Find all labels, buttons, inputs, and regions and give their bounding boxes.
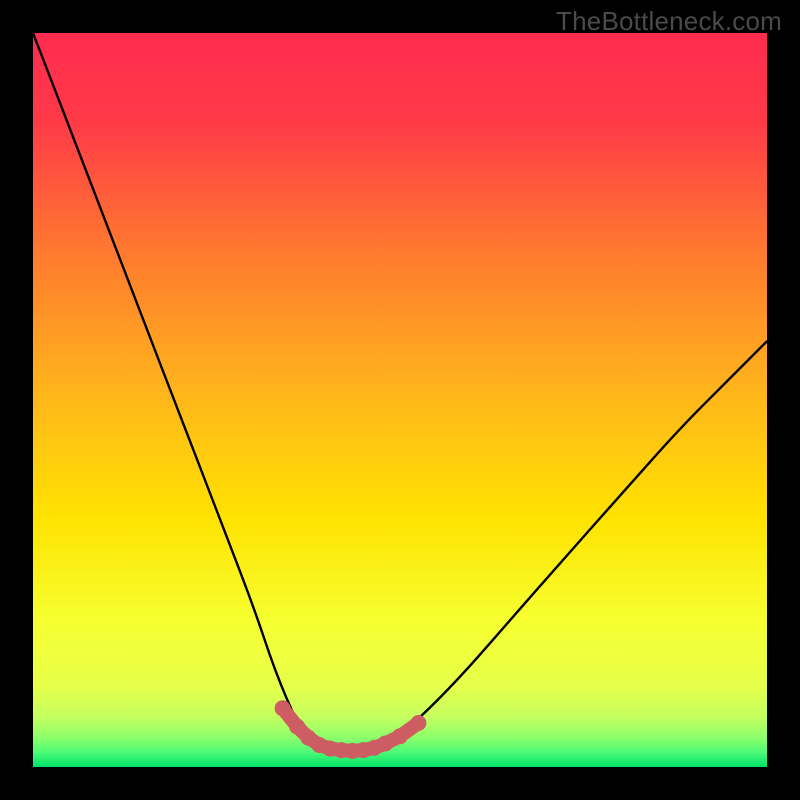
gradient-background — [33, 33, 767, 767]
marker-dot — [275, 700, 291, 716]
chart-svg — [33, 33, 767, 767]
marker-dot — [377, 736, 393, 752]
plot-area — [33, 33, 767, 767]
marker-dot — [410, 715, 426, 731]
chart-frame: TheBottleneck.com — [0, 0, 800, 800]
marker-dot — [392, 728, 408, 744]
watermark-text: TheBottleneck.com — [556, 6, 782, 37]
